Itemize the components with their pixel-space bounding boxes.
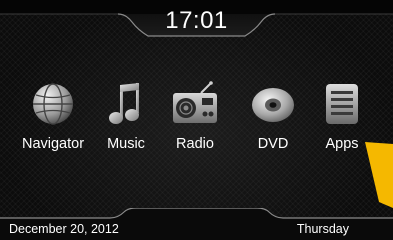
dvd-label: DVD (257, 136, 289, 152)
navigator-label: Navigator (21, 136, 85, 152)
navigator-button[interactable]: Navigator (16, 80, 90, 160)
globe-icon (27, 80, 79, 128)
disc-icon (247, 80, 299, 128)
radio-button[interactable]: Radio (158, 80, 232, 160)
music-note-icon (100, 80, 152, 128)
date-text: December 20, 2012 (9, 222, 119, 236)
bottom-status-bar: December 20, 2012 Thursday (0, 208, 393, 240)
home-screen: 17:01 Navigator Music Radio DVD Apps Dec… (0, 0, 393, 240)
clock-time: 17:01 (165, 7, 228, 34)
dvd-button[interactable]: DVD (236, 80, 310, 160)
top-status-bar: 17:01 (0, 0, 393, 42)
pointer-arrow-icon (365, 142, 393, 208)
radio-icon (169, 80, 221, 128)
radio-label: Radio (176, 136, 214, 152)
apps-list-icon (316, 80, 368, 128)
music-button[interactable]: Music (89, 80, 163, 160)
weekday-text: Thursday (296, 222, 349, 236)
app-launcher-row: Navigator Music Radio DVD Apps (0, 80, 393, 170)
music-label: Music (107, 136, 145, 152)
